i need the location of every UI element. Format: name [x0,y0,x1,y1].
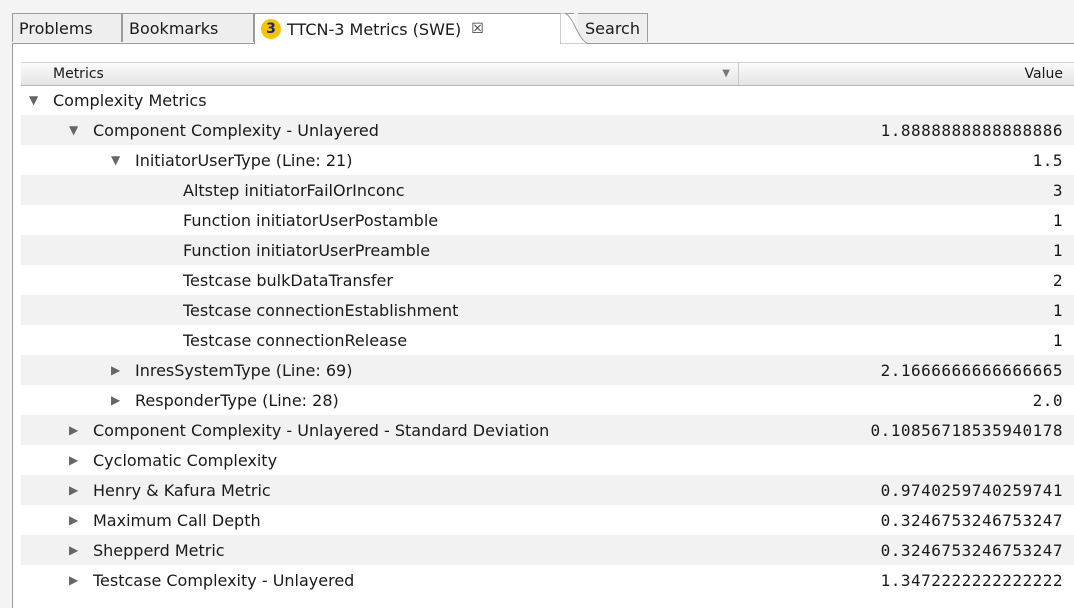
sort-descending-icon: ▼ [722,68,730,79]
collapsed-triangle-icon[interactable]: ▶ [111,363,127,377]
metric-label: Altstep initiatorFailOrInconc [183,180,405,200]
tree-row-name: ▼ Component Complexity - Unlayered [69,115,379,145]
metric-value: 1 [1052,240,1063,260]
metric-value: 1 [1052,300,1063,320]
column-header-value[interactable]: Value [739,63,1074,85]
table-header: Metrics ▼ Value [21,62,1074,86]
tree-row-name: ▶ Shepperd Metric [69,535,225,565]
tree-row-name: ▶ Cyclomatic Complexity [69,445,277,475]
tab-label: Problems [19,18,93,38]
tree-row[interactable]: ▶ Shepperd Metric 0.3246753246753247 [21,535,1074,565]
tree-row-name: Testcase bulkDataTransfer [159,265,393,295]
collapsed-triangle-icon[interactable]: ▶ [111,393,127,407]
tree-row[interactable]: Function initiatorUserPreamble 1 [21,235,1074,265]
metric-value [739,445,1063,475]
metric-value: 0.9740259740259741 [880,480,1063,500]
metric-value: 2.1666666666666665 [880,360,1063,380]
tree-row[interactable]: ▶ Maximum Call Depth 0.3246753246753247 [21,505,1074,535]
tree-row[interactable]: Altstep initiatorFailOrInconc 3 [21,175,1074,205]
tree-row[interactable]: Testcase connectionRelease 1 [21,325,1074,355]
metric-value: 0.3246753246753247 [880,510,1063,530]
tree-row[interactable]: ▶ Component Complexity - Unlayered - Stan… [21,415,1074,445]
tree-row-name: ▼ Complexity Metrics [29,85,207,115]
metric-label: InresSystemType (Line: 69) [135,360,353,380]
tree-row[interactable]: Testcase connectionEstablishment 1 [21,295,1074,325]
metric-value: 2.0 [1032,390,1063,410]
tree-row-name: Altstep initiatorFailOrInconc [159,175,405,205]
collapsed-triangle-icon[interactable]: ▶ [69,513,85,527]
collapsed-triangle-icon[interactable]: ▶ [69,483,85,497]
tree-row-name: ▶ Testcase Complexity - Unlayered [69,565,354,595]
tab-slant-decoration [560,13,590,44]
tree-row[interactable]: ▶ Testcase Complexity - Unlayered 1.347222… [21,565,1074,595]
tree-row[interactable]: Testcase bulkDataTransfer 2 [21,265,1074,295]
ttcn3-icon: 3 [261,19,281,39]
collapsed-triangle-icon[interactable]: ▶ [69,543,85,557]
metric-label: Function initiatorUserPostamble [183,210,439,230]
metric-label: Complexity Metrics [53,90,207,110]
view-tab-bar: Problems Bookmarks 3 TTCN-3 Metrics (SWE… [12,13,1074,44]
metric-label: Henry & Kafura Metric [93,480,271,500]
metric-value: 1 [1052,210,1063,230]
metric-value: 1.3472222222222222 [880,570,1063,590]
tree-row-name: ▶ Henry & Kafura Metric [69,475,271,505]
metric-value: 0.10856718535940178 [870,420,1063,440]
column-header-label: Metrics [53,66,104,82]
expanded-triangle-icon[interactable]: ▼ [29,93,45,107]
expanded-triangle-icon[interactable]: ▼ [69,123,85,137]
tab-bar-filler [648,13,1074,43]
tree-row-name: ▼ InitiatorUserType (Line: 21) [111,145,352,175]
collapsed-triangle-icon[interactable]: ▶ [69,423,85,437]
metric-label: ResponderType (Line: 28) [135,390,339,410]
tree-row[interactable]: ▼ InitiatorUserType (Line: 21) 1.5 [21,145,1074,175]
tree-row-name: ▶ Maximum Call Depth [69,505,261,535]
tab-label: Search [585,18,640,38]
collapsed-triangle-icon[interactable]: ▶ [69,573,85,587]
tree-row-name: Testcase connectionRelease [159,325,407,355]
tree-row-name: ▶ Component Complexity - Unlayered - Stan… [69,415,549,445]
metric-label: InitiatorUserType (Line: 21) [135,150,353,170]
metric-value: 0.3246753246753247 [880,540,1063,560]
tab-label: TTCN-3 Metrics (SWE) [287,19,462,39]
metric-value: 1 [1052,330,1063,350]
column-header-metrics[interactable]: Metrics ▼ [21,63,739,85]
metric-value: 1.8888888888888886 [880,120,1063,140]
metric-label: Cyclomatic Complexity [93,450,278,470]
metric-label: Shepperd Metric [93,540,225,560]
expanded-triangle-icon[interactable]: ▼ [111,153,127,167]
column-header-label: Value [1024,66,1063,82]
tab-ttcn3-metrics[interactable]: 3 TTCN-3 Metrics (SWE) ☒ [254,13,574,44]
metric-label: Testcase connectionEstablishment [183,300,459,320]
metric-label: Testcase bulkDataTransfer [183,270,393,290]
tab-problems[interactable]: Problems [12,13,122,42]
metric-label: Component Complexity - Unlayered - Stand… [93,420,550,440]
tab-bookmarks[interactable]: Bookmarks [122,13,254,42]
tree-row[interactable]: ▶ Henry & Kafura Metric 0.9740259740259741 [21,475,1074,505]
metric-label: Testcase Complexity - Unlayered [93,570,355,590]
tree-row[interactable]: Function initiatorUserPostamble 1 [21,205,1074,235]
tree-row[interactable]: ▶ Cyclomatic Complexity [21,445,1074,475]
metrics-tree: ▼ Complexity Metrics ▼ Component Complexity… [21,85,1074,595]
tree-row[interactable]: ▼ Complexity Metrics [21,85,1074,115]
tree-row-name: ▶ InresSystemType (Line: 69) [111,355,352,385]
close-icon[interactable]: ☒ [471,21,484,37]
metric-value [739,85,1063,115]
metric-value: 2 [1052,270,1063,290]
metric-label: Testcase connectionRelease [183,330,408,350]
tree-row-name: Function initiatorUserPostamble [159,205,438,235]
tree-row[interactable]: ▶ ResponderType (Line: 28) 2.0 [21,385,1074,415]
metrics-panel: Metrics ▼ Value ▼ Complexity Metrics ▼ Comp… [12,44,1074,608]
metric-label: Maximum Call Depth [93,510,261,530]
tree-row[interactable]: ▶ InresSystemType (Line: 69) 2.16666666666… [21,355,1074,385]
collapsed-triangle-icon[interactable]: ▶ [69,453,85,467]
metric-label: Component Complexity - Unlayered [93,120,379,140]
metric-value: 3 [1052,180,1063,200]
tree-row-name: Testcase connectionEstablishment [159,295,458,325]
tab-label: Bookmarks [129,18,219,38]
metric-value: 1.5 [1032,150,1063,170]
tree-row-name: Function initiatorUserPreamble [159,235,430,265]
tree-row-name: ▶ ResponderType (Line: 28) [111,385,339,415]
tree-row[interactable]: ▼ Component Complexity - Unlayered 1.88888… [21,115,1074,145]
metric-label: Function initiatorUserPreamble [183,240,431,260]
